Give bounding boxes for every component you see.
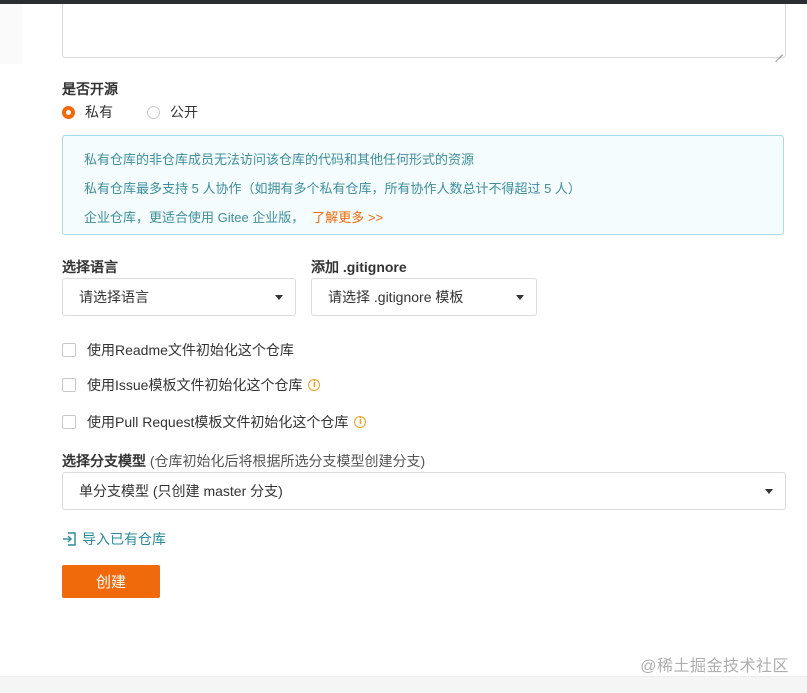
import-repo-link[interactable]: 导入已有仓库: [62, 530, 166, 548]
import-repo-label: 导入已有仓库: [82, 531, 166, 547]
info-line-1: 私有仓库的非仓库成员无法访问该仓库的代码和其他任何形式的资源: [84, 152, 475, 167]
caret-down-icon: [765, 489, 773, 494]
private-info-box: 私有仓库的非仓库成员无法访问该仓库的代码和其他任何形式的资源 私有仓库最多支持 …: [62, 135, 784, 235]
radio-private-label: 私有: [85, 104, 113, 120]
open-source-label: 是否开源: [62, 81, 118, 97]
left-strip: [0, 4, 22, 64]
info-circle-icon[interactable]: i: [354, 416, 367, 428]
radio-checked-icon[interactable]: [62, 105, 75, 119]
visibility-radio-group: 私有 公开: [62, 102, 232, 122]
checkbox-issue-label: 使用Issue模板文件初始化这个仓库: [87, 377, 303, 393]
gitignore-select[interactable]: 请选择 .gitignore 模板: [311, 278, 537, 316]
checkbox-issue-box[interactable]: [62, 378, 76, 392]
import-icon: [63, 532, 76, 546]
checkbox-pr-box[interactable]: [62, 415, 76, 429]
checkbox-readme[interactable]: 使用Readme文件初始化这个仓库: [62, 340, 294, 360]
caret-down-icon: [516, 295, 524, 300]
checkbox-pr-label: 使用Pull Request模板文件初始化这个仓库: [87, 414, 349, 430]
radio-private[interactable]: 私有: [62, 102, 113, 122]
checkbox-issue-template[interactable]: 使用Issue模板文件初始化这个仓库 i: [62, 375, 321, 395]
gitignore-select-value: 请选择 .gitignore 模板: [328, 289, 464, 305]
radio-unchecked-icon[interactable]: [147, 105, 160, 119]
branch-model-select[interactable]: 单分支模型 (只创建 master 分支): [62, 472, 786, 510]
checkbox-readme-label: 使用Readme文件初始化这个仓库: [87, 342, 294, 358]
info-line-3-text: 企业仓库，更适合使用 Gitee 企业版，: [84, 210, 305, 225]
branch-model-title: 选择分支模型: [62, 453, 146, 469]
branch-model-hint: (仓库初始化后将根据所选分支模型创建分支): [146, 453, 426, 469]
radio-public[interactable]: 公开: [147, 102, 198, 122]
learn-more-link[interactable]: 了解更多 >>: [312, 210, 383, 225]
checkbox-readme-box[interactable]: [62, 343, 76, 357]
language-select-value: 请选择语言: [79, 289, 149, 305]
info-line-2: 私有仓库最多支持 5 人协作（如拥有多个私有仓库，所有协作人数总计不得超过 5 …: [84, 181, 581, 196]
watermark: @稀土掘金技术社区: [640, 658, 789, 675]
language-label: 选择语言: [62, 259, 118, 275]
description-textarea[interactable]: [62, 4, 786, 58]
checkbox-pr-template[interactable]: 使用Pull Request模板文件初始化这个仓库 i: [62, 412, 367, 432]
info-circle-icon[interactable]: i: [308, 379, 321, 391]
gitignore-label: 添加 .gitignore: [311, 259, 407, 275]
caret-down-icon: [275, 295, 283, 300]
resize-handle-icon[interactable]: [775, 47, 783, 55]
radio-public-label: 公开: [170, 104, 198, 120]
create-button[interactable]: 创建: [62, 565, 160, 598]
info-line-3: 企业仓库，更适合使用 Gitee 企业版， 了解更多 >>: [84, 207, 383, 226]
branch-model-label: 选择分支模型 (仓库初始化后将根据所选分支模型创建分支): [62, 451, 425, 471]
branch-model-select-value: 单分支模型 (只创建 master 分支): [79, 483, 283, 499]
bottom-strip: [0, 676, 807, 693]
language-select[interactable]: 请选择语言: [62, 278, 296, 316]
